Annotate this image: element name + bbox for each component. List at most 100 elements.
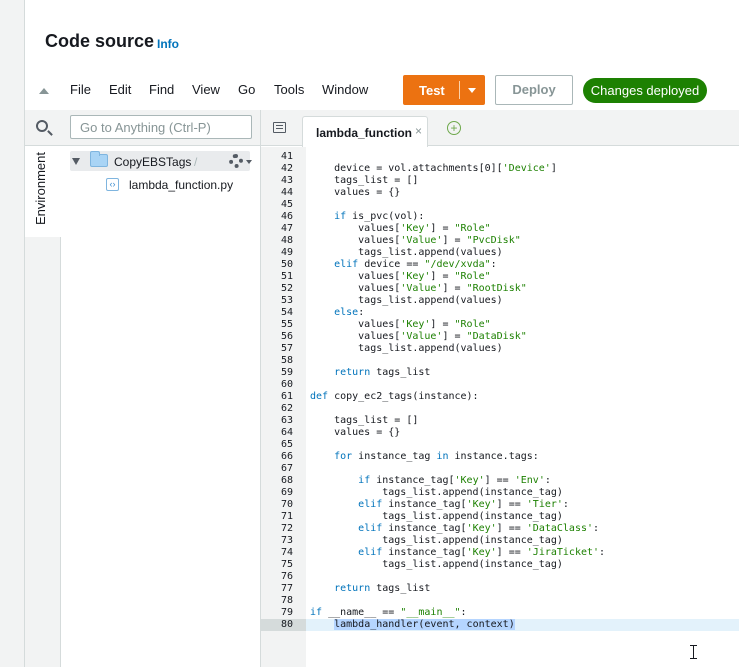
add-tab-icon[interactable]: + (447, 121, 461, 135)
code-line[interactable]: 53 tags_list.append(values) (261, 295, 739, 307)
gear-icon[interactable] (229, 154, 243, 168)
code-line[interactable]: 45 (261, 199, 739, 211)
goto-anything-input[interactable] (70, 115, 252, 139)
code-line[interactable]: 65 (261, 439, 739, 451)
code-line[interactable]: 41 (261, 151, 739, 163)
code-line[interactable]: 76 (261, 571, 739, 583)
menu-tools[interactable]: Tools (274, 82, 304, 97)
line-number: 78 (280, 595, 293, 606)
code-line[interactable]: 54 else: (261, 307, 739, 319)
code-line[interactable]: 57 tags_list.append(values) (261, 343, 739, 355)
code-text: lambda_handler(event, context) (334, 619, 515, 630)
code-line[interactable]: 42 device = vol.attachments[0]['Device'] (261, 163, 739, 175)
menu-view[interactable]: View (192, 82, 220, 97)
code-line[interactable]: 60 (261, 379, 739, 391)
line-number: 48 (280, 235, 293, 246)
menu-find[interactable]: Find (149, 82, 174, 97)
code-line[interactable]: 56 values['Value'] = "DataDisk" (261, 331, 739, 343)
code-line[interactable]: 64 values = {} (261, 427, 739, 439)
line-number: 79 (280, 607, 293, 618)
menu-go[interactable]: Go (238, 82, 255, 97)
code-text: if __name__ == "__main__": (310, 607, 467, 618)
folder-icon (90, 151, 108, 167)
code-line[interactable]: 71 tags_list.append(instance_tag) (261, 511, 739, 523)
tab-environment[interactable]: Environment (25, 147, 61, 237)
expand-triangle-icon[interactable] (72, 158, 80, 165)
code-line[interactable]: 59 return tags_list (261, 367, 739, 379)
chevron-down-icon[interactable] (246, 160, 252, 164)
line-number: 54 (280, 307, 293, 318)
python-file-icon: ‹› (106, 178, 119, 191)
code-line[interactable]: 55 values['Key'] = "Role" (261, 319, 739, 331)
code-line[interactable]: 80 lambda_handler(event, context) (261, 619, 739, 631)
page-title: Code source (45, 31, 155, 51)
info-link[interactable]: Info (157, 37, 179, 51)
code-line[interactable]: 74 elif instance_tag['Key'] == 'JiraTick… (261, 547, 739, 559)
code-line[interactable]: 73 tags_list.append(instance_tag) (261, 535, 739, 547)
close-icon[interactable]: × (415, 124, 422, 138)
code-line[interactable]: 58 (261, 355, 739, 367)
line-number: 42 (280, 163, 293, 174)
code-line[interactable]: 51 values['Key'] = "Role" (261, 271, 739, 283)
code-line[interactable]: 49 tags_list.append(values) (261, 247, 739, 259)
tab-lambda-function[interactable]: lambda_function × (302, 116, 428, 147)
code-text: tags_list = [] (310, 175, 419, 186)
folder-row[interactable]: CopyEBSTags / (70, 151, 252, 171)
line-number: 61 (280, 391, 293, 402)
code-text: device = vol.attachments[0]['Device'] (310, 163, 557, 174)
code-text: elif instance_tag['Key'] == 'Tier': (358, 499, 569, 510)
code-line[interactable]: 44 values = {} (261, 187, 739, 199)
code-line[interactable]: 78 (261, 595, 739, 607)
chevron-down-icon[interactable] (468, 88, 476, 93)
collapse-up-icon[interactable] (39, 88, 49, 94)
line-number: 50 (280, 259, 293, 270)
environment-sidebar: Environment CopyEBSTags / ‹› lambda_func… (25, 110, 261, 667)
code-line[interactable]: 75 tags_list.append(instance_tag) (261, 559, 739, 571)
code-line[interactable]: 69 tags_list.append(instance_tag) (261, 487, 739, 499)
file-row[interactable]: ‹› lambda_function.py (70, 175, 250, 195)
code-text: values['Key'] = "Role" (310, 319, 491, 330)
code-line[interactable]: 47 values['Key'] = "Role" (261, 223, 739, 235)
menu-window[interactable]: Window (322, 82, 368, 97)
code-line[interactable]: 48 values['Value'] = "PvcDisk" (261, 235, 739, 247)
code-editor: lambda_function × + 41 42 device = vol.at… (261, 110, 739, 667)
code-area[interactable]: 41 42 device = vol.attachments[0]['Device… (261, 147, 739, 667)
code-text: tags_list.append(instance_tag) (310, 487, 563, 498)
search-row (25, 110, 260, 146)
code-line[interactable]: 43 tags_list = [] (261, 175, 739, 187)
line-number: 69 (280, 487, 293, 498)
code-line[interactable]: 70 elif instance_tag['Key'] == 'Tier': (261, 499, 739, 511)
code-line[interactable]: 79 if __name__ == "__main__": (261, 607, 739, 619)
line-number: 43 (280, 175, 293, 186)
code-line[interactable]: 77 return tags_list (261, 583, 739, 595)
deploy-button[interactable]: Deploy (495, 75, 573, 105)
text-cursor-icon (690, 645, 697, 659)
file-name: lambda_function.py (129, 178, 234, 192)
line-number: 49 (280, 247, 293, 258)
code-line[interactable]: 46 if is_pvc(vol): (261, 211, 739, 223)
line-number: 77 (280, 583, 293, 594)
line-number: 67 (280, 463, 293, 474)
code-line[interactable]: 62 (261, 403, 739, 415)
menu-edit[interactable]: Edit (109, 82, 131, 97)
code-line[interactable]: 61 def copy_ec2_tags(instance): (261, 391, 739, 403)
code-text: values['Value'] = "RootDisk" (310, 283, 527, 294)
line-number: 57 (280, 343, 293, 354)
code-line[interactable]: 50 elif device == "/dev/xvda": (261, 259, 739, 271)
code-line[interactable]: 63 tags_list = [] (261, 415, 739, 427)
tab-list-icon[interactable] (273, 122, 286, 133)
status-badge: Changes deployed (583, 78, 707, 103)
code-line[interactable]: 66 for instance_tag in instance.tags: (261, 451, 739, 463)
code-text: elif instance_tag['Key'] == 'JiraTicket'… (358, 547, 606, 558)
code-source-panel: Code source Info File Edit Find View Go … (25, 0, 739, 667)
menu-file[interactable]: File (70, 82, 91, 97)
code-line[interactable]: 67 (261, 463, 739, 475)
code-text: else: (334, 307, 365, 318)
test-button[interactable]: Test (403, 75, 485, 105)
code-line[interactable]: 52 values['Value'] = "RootDisk" (261, 283, 739, 295)
code-text: values = {} (310, 427, 401, 438)
line-number: 44 (280, 187, 293, 198)
code-line[interactable]: 72 elif instance_tag['Key'] == 'DataClas… (261, 523, 739, 535)
code-text: return tags_list (334, 583, 431, 594)
code-line[interactable]: 68 if instance_tag['Key'] == 'Env': (261, 475, 739, 487)
